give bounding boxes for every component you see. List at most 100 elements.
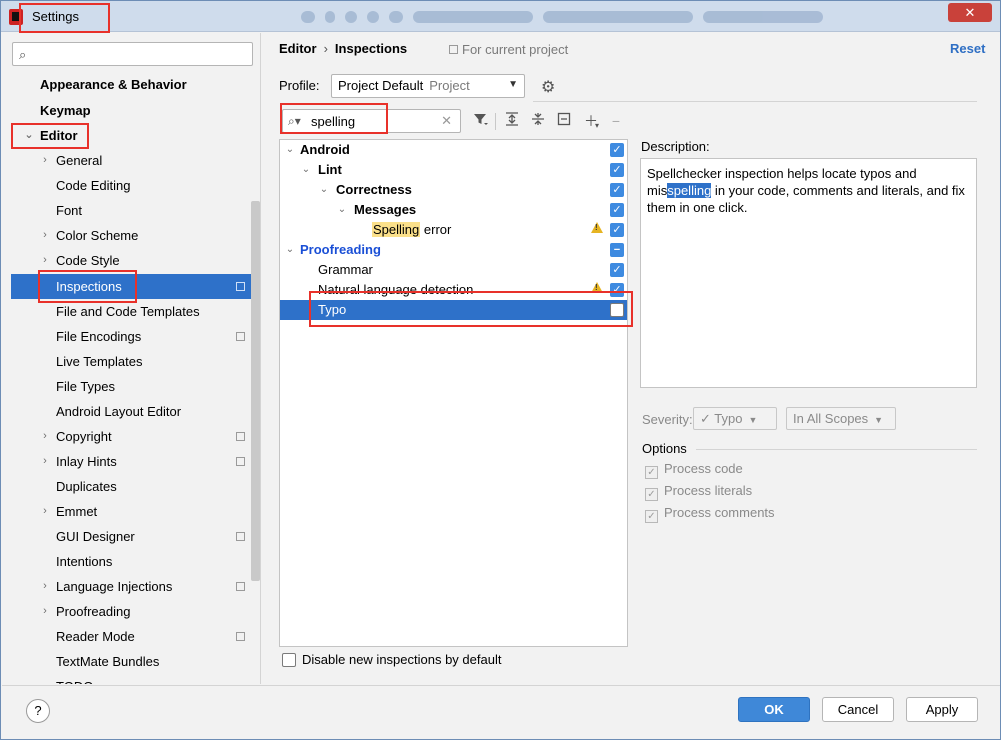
sidebar-item-general[interactable]: › General <box>11 148 260 173</box>
for-project-label: For current project <box>462 42 569 57</box>
description-box: Spellchecker inspection helps locate typ… <box>640 158 977 388</box>
disable-new-inspections-checkbox[interactable]: Disable new inspections by default <box>282 652 501 667</box>
chevron-right-icon[interactable]: › <box>39 148 51 173</box>
title-bar: Settings ✕ <box>1 1 1000 32</box>
profile-select[interactable]: Project Default Project ▼ <box>331 74 525 98</box>
tree-row-proofreading[interactable]: ⌄ Proofreading − <box>280 240 627 260</box>
tree-checkbox[interactable]: ✓ <box>610 143 624 157</box>
option-process-literals[interactable]: ✓ Process literals <box>645 483 752 501</box>
cancel-button[interactable]: Cancel <box>822 697 894 722</box>
option-process-comments[interactable]: ✓ Process comments <box>645 505 775 523</box>
chevron-right-icon[interactable]: › <box>39 599 51 624</box>
sidebar-scrollbar[interactable] <box>251 201 260 581</box>
sidebar-item-todo[interactable]: TODO <box>11 674 260 684</box>
profile-value: Project Default <box>338 78 424 93</box>
tree-checkbox[interactable]: ✓ <box>610 203 624 217</box>
sidebar-item-appearance[interactable]: Appearance & Behavior <box>11 72 260 97</box>
tree-row-label: Correctness <box>336 182 412 197</box>
sidebar-item-label: Reader Mode <box>56 629 135 644</box>
sidebar-item-textmate-bundles[interactable]: TextMate Bundles <box>11 649 260 674</box>
annotation-box-search <box>280 103 388 134</box>
option-checkbox[interactable]: ✓ <box>645 488 658 501</box>
tree-checkbox[interactable]: ✓ <box>610 183 624 197</box>
chevron-down-icon[interactable]: ⌄ <box>284 140 296 160</box>
scope-value: In All Scopes <box>793 411 869 426</box>
apply-button[interactable]: Apply <box>906 697 978 722</box>
option-process-code[interactable]: ✓ Process code <box>645 461 743 479</box>
sidebar-item-reader-mode[interactable]: Reader Mode <box>11 624 260 649</box>
project-scope-icon <box>236 632 245 641</box>
tree-row-android[interactable]: ⌄ Android ✓ <box>280 140 627 160</box>
breadcrumb: Editor › Inspections <box>279 41 407 56</box>
sidebar-item-intentions[interactable]: Intentions <box>11 549 260 574</box>
chevron-down-icon[interactable]: ⌄ <box>300 160 312 180</box>
tree-row-grammar[interactable]: Grammar ✓ <box>280 260 627 280</box>
chevron-down-icon[interactable]: ⌄ <box>284 240 296 260</box>
tree-checkbox[interactable]: ✓ <box>610 263 624 277</box>
sidebar-item-android-layout-editor[interactable]: Android Layout Editor <box>11 399 260 424</box>
sidebar-item-font[interactable]: Font <box>11 198 260 223</box>
sidebar-item-inlay-hints[interactable]: › Inlay Hints <box>11 449 260 474</box>
sidebar-item-label: Font <box>56 203 83 218</box>
reset-link[interactable]: Reset <box>950 41 985 56</box>
checkbox-box[interactable] <box>282 653 296 667</box>
close-button[interactable]: ✕ <box>948 3 992 22</box>
expand-all-icon[interactable] <box>502 111 522 131</box>
divider <box>533 101 977 102</box>
add-icon[interactable]: ＋ ▾ <box>581 111 601 131</box>
tree-checkbox[interactable]: ✓ <box>610 223 624 237</box>
sidebar-item-label: Duplicates <box>56 479 117 494</box>
dropdown-arrow-icon: ▼ <box>508 79 518 90</box>
annotation-box-inspections <box>38 270 137 303</box>
annotation-box-editor <box>11 123 89 149</box>
chevron-right-icon[interactable]: › <box>39 449 51 474</box>
sidebar-item-keymap[interactable]: Keymap <box>11 98 260 123</box>
tree-row-correctness[interactable]: ⌄ Correctness ✓ <box>280 180 627 200</box>
tree-row-messages[interactable]: ⌄ Messages ✓ <box>280 200 627 220</box>
annotation-box-settings <box>19 3 110 33</box>
sidebar-item-proofreading[interactable]: › Proofreading <box>11 599 260 624</box>
project-scope-icon <box>449 45 458 54</box>
filter-icon[interactable] <box>470 111 490 131</box>
sidebar-item-emmet[interactable]: › Emmet <box>11 499 260 524</box>
tree-checkbox[interactable]: ✓ <box>610 163 624 177</box>
sidebar-item-live-templates[interactable]: Live Templates <box>11 349 260 374</box>
chevron-right-icon[interactable]: › <box>39 424 51 449</box>
sidebar-item-color-scheme[interactable]: › Color Scheme <box>11 223 260 248</box>
chevron-down-icon[interactable]: ⌄ <box>318 180 330 200</box>
tree-row-label: Proofreading <box>300 242 381 257</box>
clear-icon[interactable]: ✕ <box>441 113 452 129</box>
severity-select[interactable]: ✓ Typo ▼ <box>693 407 777 430</box>
sidebar-item-copyright[interactable]: › Copyright <box>11 424 260 449</box>
tree-row-label: error <box>423 222 452 237</box>
remove-icon[interactable]: − <box>606 111 626 131</box>
scope-select[interactable]: In All Scopes ▼ <box>786 407 896 430</box>
chevron-right-icon[interactable]: › <box>39 223 51 248</box>
reset-to-default-icon[interactable] <box>554 111 574 131</box>
settings-window: Settings ✕ ⌕ Appearance & Behavior Keyma… <box>0 0 1001 740</box>
inspections-tree: ⌄ Android ✓ ⌄ Lint ✓ ⌄ Correctness ✓ ⌄ M… <box>279 139 628 647</box>
sidebar-item-label: Appearance & Behavior <box>40 77 187 92</box>
tree-checkbox-partial[interactable]: − <box>610 243 624 257</box>
collapse-all-icon[interactable] <box>528 111 548 131</box>
option-checkbox[interactable]: ✓ <box>645 466 658 479</box>
settings-search-input[interactable]: ⌕ <box>12 42 253 66</box>
sidebar-item-gui-designer[interactable]: GUI Designer <box>11 524 260 549</box>
sidebar-item-label: Color Scheme <box>56 228 139 243</box>
chevron-right-icon[interactable]: › <box>39 499 51 524</box>
option-checkbox[interactable]: ✓ <box>645 510 658 523</box>
footer-divider <box>2 685 1000 686</box>
chevron-right-icon[interactable]: › <box>39 574 51 599</box>
help-button[interactable]: ? <box>26 699 50 723</box>
sidebar-item-file-types[interactable]: File Types <box>11 374 260 399</box>
sidebar-item-language-injections[interactable]: › Language Injections <box>11 574 260 599</box>
sidebar-item-duplicates[interactable]: Duplicates <box>11 474 260 499</box>
chevron-down-icon[interactable]: ⌄ <box>336 200 348 220</box>
sidebar-item-file-encodings[interactable]: File Encodings <box>11 324 260 349</box>
sidebar-item-code-editing[interactable]: Code Editing <box>11 173 260 198</box>
gear-icon[interactable]: ⚙ <box>541 77 555 97</box>
for-current-project: For current project <box>449 42 568 57</box>
tree-row-spelling-error[interactable]: Spelling error ✓ <box>280 220 627 240</box>
ok-button[interactable]: OK <box>738 697 810 722</box>
tree-row-lint[interactable]: ⌄ Lint ✓ <box>280 160 627 180</box>
